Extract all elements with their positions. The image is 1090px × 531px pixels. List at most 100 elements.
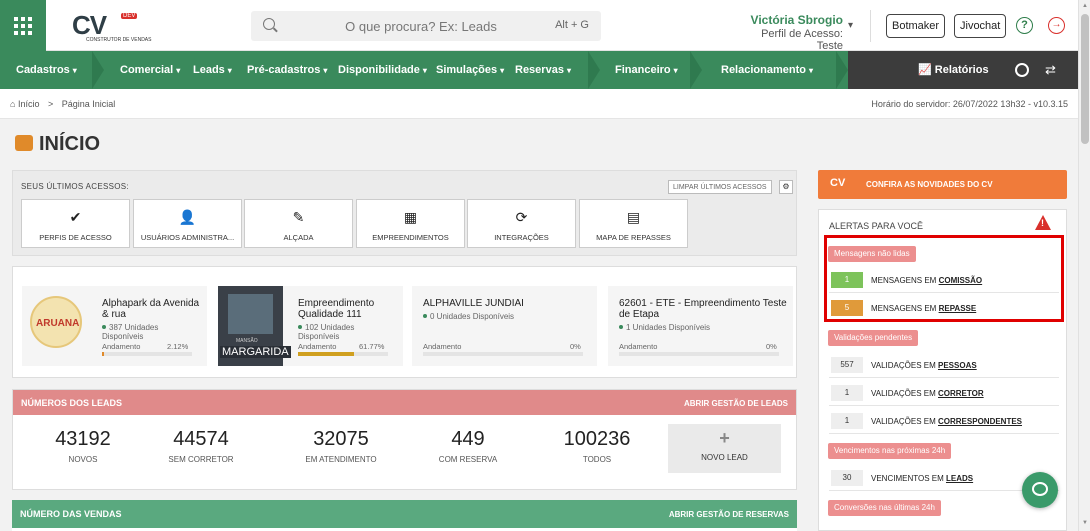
- clear-last-access-button[interactable]: LIMPAR ÚLTIMOS ACESSOS: [668, 180, 772, 194]
- server-time: Horário do servidor: 26/07/2022 13h32 - …: [871, 99, 1068, 109]
- nav-financeiro[interactable]: Financeiro ▾: [615, 51, 678, 89]
- project-card[interactable]: 62601 - ETE - Empreendimento Teste de Et…: [608, 286, 793, 366]
- alert-group-tag[interactable]: Mensagens não lidas: [828, 246, 916, 262]
- logout-icon[interactable]: →: [1048, 17, 1065, 34]
- chart-icon: 📈: [918, 64, 935, 76]
- breadcrumb-separator: >: [47, 99, 54, 109]
- lead-stat-todos[interactable]: 100236 TODOS: [542, 428, 652, 464]
- alert-prefix: VALIDAÇÕES EM: [871, 417, 936, 426]
- lead-stat-sem-corretor[interactable]: 44574 SEM CORRETOR: [146, 428, 256, 464]
- alert-link[interactable]: PESSOAS: [938, 361, 977, 370]
- cv-logo[interactable]: CV DEV CONSTRUTOR DE VENDAS: [72, 10, 151, 44]
- project-logo-subtext: MANSÃO: [236, 338, 258, 344]
- alert-text: VENCIMENTOS EM LEADS: [871, 474, 973, 483]
- lead-stat-novos[interactable]: 43192 NOVOS: [28, 428, 138, 464]
- alert-link[interactable]: REPASSE: [939, 304, 977, 313]
- help-icon[interactable]: ?: [1016, 17, 1033, 34]
- nav-relacionamento[interactable]: Relacionamento ▾: [721, 51, 813, 89]
- alert-group-tag[interactable]: Vencimentos nas próximas 24h: [828, 443, 952, 459]
- open-leads-link[interactable]: ABRIR GESTÃO DE LEADS: [684, 399, 788, 408]
- quick-access-usuarios[interactable]: 👤 USUÁRIOS ADMINISTRA...: [133, 199, 242, 248]
- progress-label: Andamento: [423, 342, 462, 351]
- breadcrumb-home[interactable]: Início: [18, 99, 40, 109]
- alert-prefix: VALIDAÇÕES EM: [871, 389, 936, 398]
- search-input[interactable]: [291, 11, 551, 41]
- project-units-text: 102 Unidades Disponíveis: [298, 323, 355, 341]
- nav-disponibilidade[interactable]: Disponibilidade ▾: [338, 51, 427, 89]
- projects-panel: ARUANA Alphapark da Avenida & rua 387 Un…: [12, 266, 797, 378]
- alert-row[interactable]: 1 VALIDAÇÕES EM CORRETOR: [829, 380, 1059, 406]
- project-card[interactable]: ALPHAVILLE JUNDIAI 0 Unidades Disponívei…: [412, 286, 597, 366]
- apps-menu-button[interactable]: [0, 0, 46, 51]
- nav-label: Simulações: [436, 64, 498, 76]
- lead-stat-com-reserva[interactable]: 449 COM RESERVA: [413, 428, 523, 464]
- project-title: ALPHAVILLE JUNDIAI: [423, 298, 524, 309]
- map-icon: ▤: [626, 209, 641, 225]
- gear-icon[interactable]: [1015, 63, 1029, 77]
- search-icon: [263, 18, 275, 30]
- alert-link[interactable]: CORRESPONDENTES: [938, 417, 1022, 426]
- alert-group-tag[interactable]: Validações pendentes: [828, 330, 919, 346]
- quick-access-empreendimentos[interactable]: ▦ EMPREENDIMENTOS: [356, 199, 465, 248]
- stat-value: 100236: [563, 428, 631, 450]
- nav-reservas[interactable]: Reservas ▾: [515, 51, 571, 89]
- chevron-down-icon[interactable]: ▾: [848, 20, 853, 31]
- cv-logo-icon: CV: [830, 177, 846, 189]
- quick-access-perfis[interactable]: ✔ PERFIS DE ACESSO: [21, 199, 130, 248]
- nav-separator: [690, 51, 702, 89]
- leads-panel: NÚMEROS DOS LEADS ABRIR GESTÃO DE LEADS …: [12, 389, 797, 490]
- top-bar: CV DEV CONSTRUTOR DE VENDAS Alt + G Vict…: [0, 0, 1090, 52]
- project-card[interactable]: ARUANA Alphapark da Avenida & rua 387 Un…: [22, 286, 207, 366]
- nav-cadastros[interactable]: Cadastros ▾: [16, 51, 77, 89]
- nav-simulacoes[interactable]: Simulações ▾: [436, 51, 504, 89]
- lead-stat-em-atendimento[interactable]: 32075 EM ATENDIMENTO: [286, 428, 396, 464]
- scroll-up-arrow[interactable]: ▲: [1082, 3, 1088, 9]
- nav-leads[interactable]: Leads ▾: [193, 51, 232, 89]
- alert-link[interactable]: COMISSÃO: [939, 276, 983, 285]
- quick-access-integracoes[interactable]: ⟳ INTEGRAÇÕES: [467, 199, 576, 248]
- chat-button[interactable]: [1022, 472, 1058, 508]
- new-lead-button[interactable]: + NOVO LEAD: [668, 424, 781, 473]
- alert-count-badge: 1: [831, 272, 863, 288]
- project-title: 62601 - ETE - Empreendimento Teste de Et…: [619, 298, 787, 320]
- page-scrollbar[interactable]: ▲ ▼: [1078, 0, 1090, 531]
- quick-access-label: USUÁRIOS ADMINISTRA...: [140, 233, 235, 242]
- nav-label: Leads: [193, 64, 225, 76]
- logo-subtitle: CONSTRUTOR DE VENDAS: [86, 37, 152, 43]
- building-icon: ▦: [403, 209, 418, 225]
- scrollbar-thumb[interactable]: [1081, 14, 1089, 144]
- nav-pre-cadastros[interactable]: Pré-cadastros ▾: [247, 51, 327, 89]
- botmaker-button[interactable]: Botmaker: [886, 14, 946, 38]
- nav-reports[interactable]: 📈 Relatórios: [918, 51, 989, 89]
- alert-row[interactable]: 5 MENSAGENS EM REPASSE: [829, 295, 1059, 321]
- project-card[interactable]: MANSÃO MARGARIDA Empreendimento Qualidad…: [218, 286, 403, 366]
- dev-badge: DEV: [121, 13, 138, 19]
- user-menu[interactable]: Victória Sbrogio Perfil de Acesso: Teste: [733, 13, 843, 52]
- alert-row[interactable]: 1 VALIDAÇÕES EM CORRESPONDENTES: [829, 408, 1059, 434]
- user-role: Perfil de Acesso: Teste: [761, 28, 843, 52]
- global-search[interactable]: Alt + G: [251, 11, 601, 41]
- jivochat-button[interactable]: Jivochat: [954, 14, 1007, 38]
- user-icon: 👤: [178, 209, 197, 225]
- nav-comercial[interactable]: Comercial ▾: [120, 51, 180, 89]
- news-banner[interactable]: CV CONFIRA AS NOVIDADES DO CV: [818, 170, 1067, 199]
- scroll-down-arrow[interactable]: ▼: [1082, 520, 1088, 526]
- alert-row[interactable]: 557 VALIDAÇÕES EM PESSOAS: [829, 352, 1059, 378]
- status-dot: [423, 314, 427, 318]
- stat-label: COM RESERVA: [438, 455, 498, 464]
- alert-text: MENSAGENS EM COMISSÃO: [871, 276, 982, 285]
- quick-access-mapa-repasses[interactable]: ▤ MAPA DE REPASSES: [579, 199, 688, 248]
- quick-access-alcada[interactable]: ✎ ALÇADA: [244, 199, 353, 248]
- chat-bubble-icon: [1032, 482, 1048, 496]
- alert-row[interactable]: 1 MENSAGENS EM COMISSÃO: [829, 267, 1059, 293]
- swap-icon[interactable]: ⇄: [1045, 51, 1056, 89]
- alert-prefix: VALIDAÇÕES EM: [871, 361, 936, 370]
- alert-link[interactable]: CORRETOR: [938, 389, 984, 398]
- open-reservations-link[interactable]: ABRIR GESTÃO DE RESERVAS: [669, 510, 789, 519]
- alert-group-tag[interactable]: Conversões nas últimas 24h: [828, 500, 941, 516]
- gear-icon[interactable]: ⚙: [779, 180, 793, 194]
- news-title: CONFIRA AS NOVIDADES DO CV: [866, 180, 993, 189]
- alert-link[interactable]: LEADS: [946, 474, 973, 483]
- check-icon: ✔: [69, 209, 82, 225]
- alert-count-badge: 1: [831, 385, 863, 401]
